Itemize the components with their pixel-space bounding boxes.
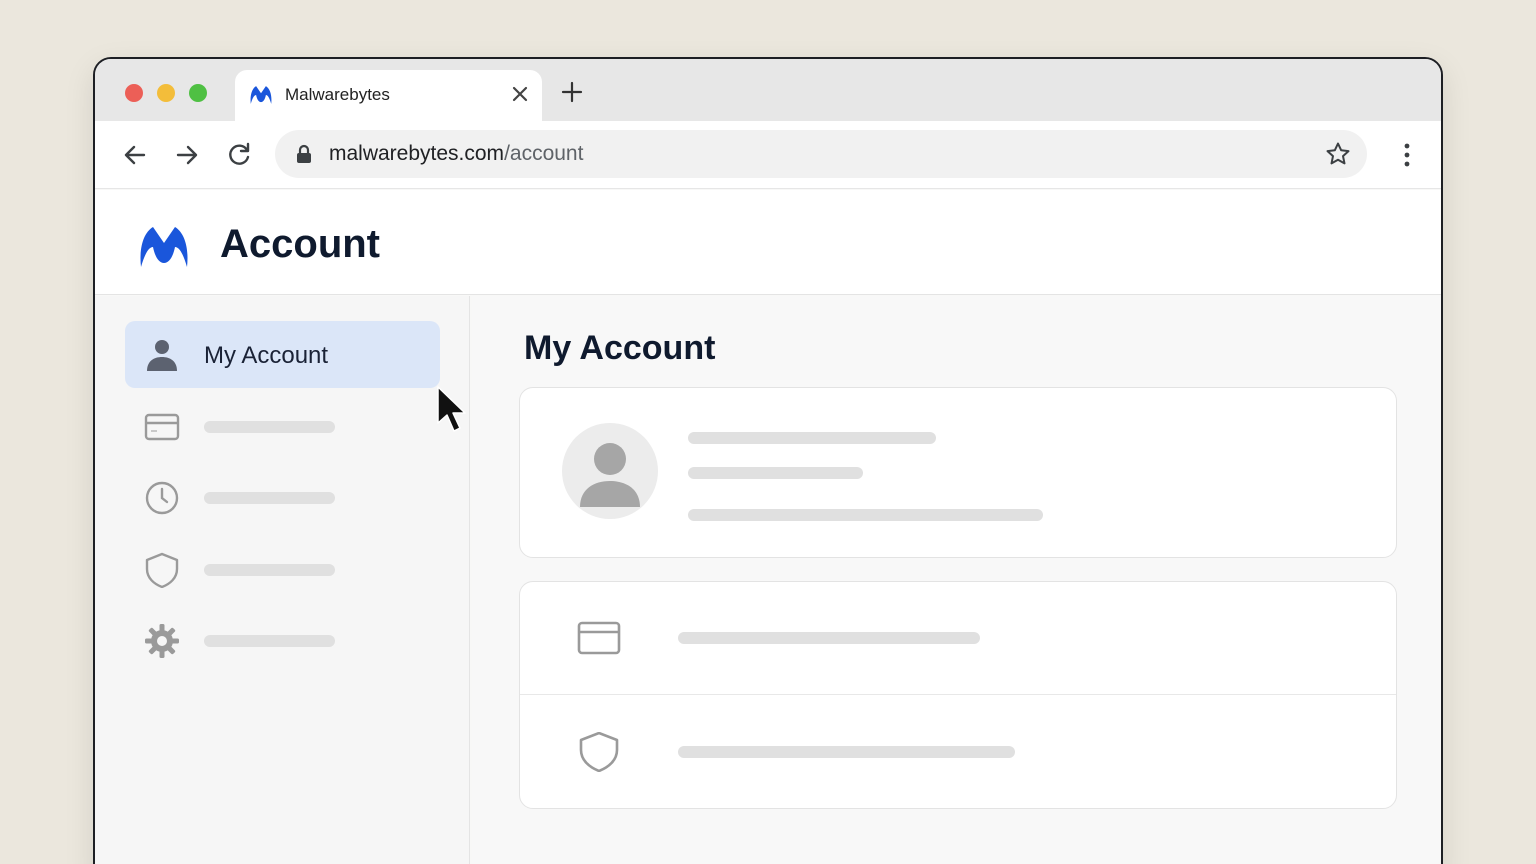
browser-toolbar: malwarebytes.com/account	[95, 121, 1441, 189]
url-path: /account	[504, 142, 584, 165]
sidebar-item-history[interactable]	[125, 464, 440, 531]
sidebar-item-security[interactable]	[125, 536, 440, 603]
malwarebytes-logo-icon	[250, 86, 272, 104]
back-arrow-icon[interactable]	[121, 141, 149, 169]
sidebar-item-settings[interactable]	[125, 607, 440, 674]
avatar	[562, 423, 658, 519]
sidebar-item-label-placeholder	[204, 421, 335, 433]
account-options-card	[519, 581, 1397, 809]
browser-window: Malwarebytes malwarebytes.com/account Ac…	[93, 57, 1443, 864]
tab-title: Malwarebytes	[285, 85, 390, 104]
shield-icon	[579, 732, 619, 772]
browser-tab[interactable]: Malwarebytes	[235, 70, 542, 121]
url-host: malwarebytes.com	[329, 142, 505, 165]
person-icon	[147, 340, 177, 371]
lock-icon	[297, 144, 311, 163]
protection-row-placeholder	[678, 746, 1015, 758]
gear-icon	[145, 624, 179, 658]
page-title: Account	[220, 222, 380, 266]
sidebar-item-label-placeholder	[204, 564, 335, 576]
protection-row[interactable]	[520, 696, 1396, 809]
profile-name-placeholder	[688, 432, 936, 444]
profile-detail-placeholder	[688, 467, 863, 479]
bookmark-star-icon[interactable]	[1325, 141, 1351, 167]
main-content: My Account	[472, 296, 1441, 864]
billing-row[interactable]	[520, 582, 1396, 695]
new-tab-icon[interactable]	[560, 80, 584, 104]
sidebar-item-label-placeholder	[204, 492, 335, 504]
sidebar: My Account	[95, 296, 470, 864]
billing-row-placeholder	[678, 632, 980, 644]
clock-icon	[145, 481, 179, 515]
reload-icon[interactable]	[225, 141, 253, 169]
credit-card-icon	[144, 413, 180, 441]
avatar-person-icon	[580, 443, 640, 507]
close-tab-icon[interactable]	[508, 82, 532, 106]
credit-card-icon	[577, 621, 621, 655]
more-menu-icon[interactable]	[1397, 141, 1417, 169]
mouse-cursor-icon	[437, 386, 466, 432]
profile-card	[519, 387, 1397, 558]
page-header: Account	[95, 190, 1441, 295]
minimize-window-button[interactable]	[157, 84, 175, 102]
sidebar-item-label-placeholder	[204, 635, 335, 647]
maximize-window-button[interactable]	[189, 84, 207, 102]
sidebar-item-my-account[interactable]: My Account	[125, 321, 466, 432]
address-bar[interactable]: malwarebytes.com/account	[275, 130, 1367, 178]
tab-strip: Malwarebytes	[95, 59, 1441, 121]
forward-arrow-icon[interactable]	[173, 141, 201, 169]
profile-email-placeholder	[688, 509, 1043, 521]
sidebar-item-billing[interactable]	[125, 393, 440, 460]
sidebar-item-label: My Account	[204, 342, 329, 369]
close-window-button[interactable]	[125, 84, 143, 102]
section-title: My Account	[524, 329, 716, 367]
url-text: malwarebytes.com/account	[329, 142, 583, 166]
shield-icon	[145, 552, 179, 588]
malwarebytes-logo-icon	[140, 227, 188, 267]
